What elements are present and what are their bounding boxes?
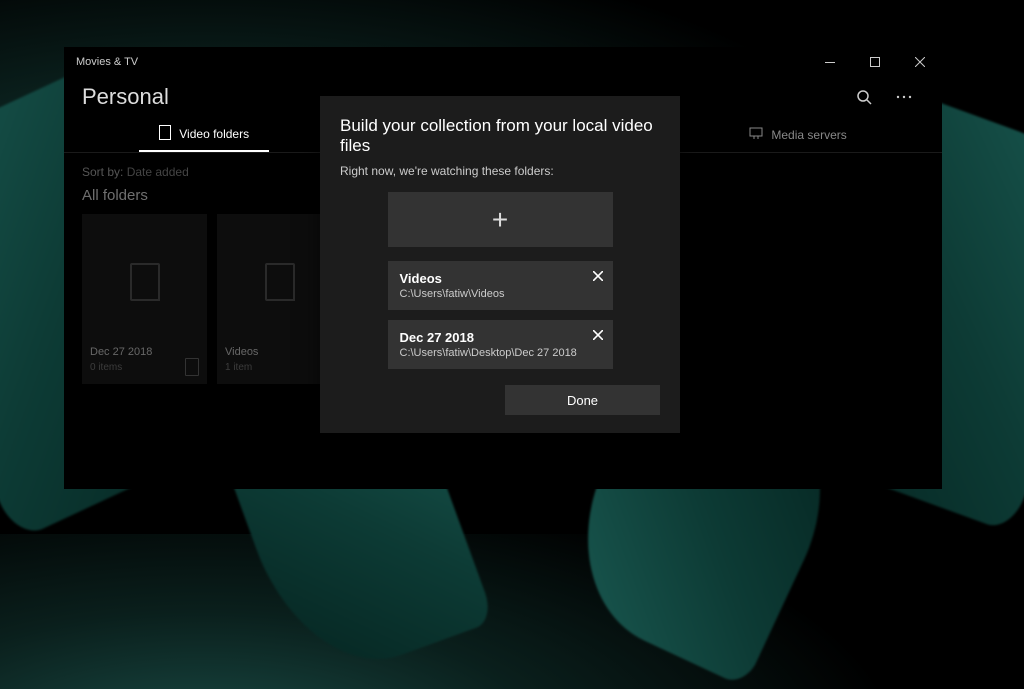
tab-media-servers[interactable]: Media servers <box>729 117 866 152</box>
remove-folder-button[interactable] <box>593 269 603 284</box>
folder-icon <box>159 125 171 143</box>
entry-path: C:\Users\fatiw\Videos <box>400 288 601 300</box>
tab-label: Video folders <box>179 127 249 141</box>
add-folder-button[interactable]: + <box>388 192 613 247</box>
page-title: Personal <box>82 84 169 110</box>
more-button[interactable] <box>884 77 924 117</box>
maximize-button[interactable] <box>852 47 897 77</box>
done-button[interactable]: Done <box>505 385 660 415</box>
folder-item-count: 1 item <box>225 362 252 373</box>
tab-label: Media servers <box>771 128 846 142</box>
server-icon <box>749 126 763 143</box>
folder-thumbnail <box>225 222 334 342</box>
window-title: Movies & TV <box>76 56 138 68</box>
entry-name: Videos <box>400 271 601 286</box>
folder-card[interactable]: Dec 27 2018 0 items <box>82 214 207 384</box>
dialog-subtitle: Right now, we're watching these folders: <box>340 164 660 178</box>
dialog-title: Build your collection from your local vi… <box>340 116 660 156</box>
minimize-button[interactable] <box>807 47 852 77</box>
add-folders-dialog: Build your collection from your local vi… <box>320 96 680 433</box>
entry-name: Dec 27 2018 <box>400 330 601 345</box>
remove-folder-button[interactable] <box>593 328 603 343</box>
search-button[interactable] <box>844 77 884 117</box>
document-icon <box>185 358 199 376</box>
entry-path: C:\Users\fatiw\Desktop\Dec 27 2018 <box>400 347 601 359</box>
done-label: Done <box>567 393 598 408</box>
titlebar: Movies & TV <box>64 47 942 77</box>
watched-folder-entry[interactable]: Videos C:\Users\fatiw\Videos <box>388 261 613 310</box>
folder-thumbnail <box>90 222 199 342</box>
plus-icon: + <box>492 204 508 236</box>
folder-name: Dec 27 2018 <box>90 346 199 358</box>
watched-folder-entry[interactable]: Dec 27 2018 C:\Users\fatiw\Desktop\Dec 2… <box>388 320 613 369</box>
folder-name: Videos <box>225 346 334 358</box>
sort-label: Sort by: <box>82 165 123 179</box>
document-icon <box>265 263 295 301</box>
folder-item-count: 0 items <box>90 362 122 373</box>
tab-video-folders[interactable]: Video folders <box>139 117 269 152</box>
document-icon <box>130 263 160 301</box>
sort-value: Date added <box>127 165 189 179</box>
close-button[interactable] <box>897 47 942 77</box>
